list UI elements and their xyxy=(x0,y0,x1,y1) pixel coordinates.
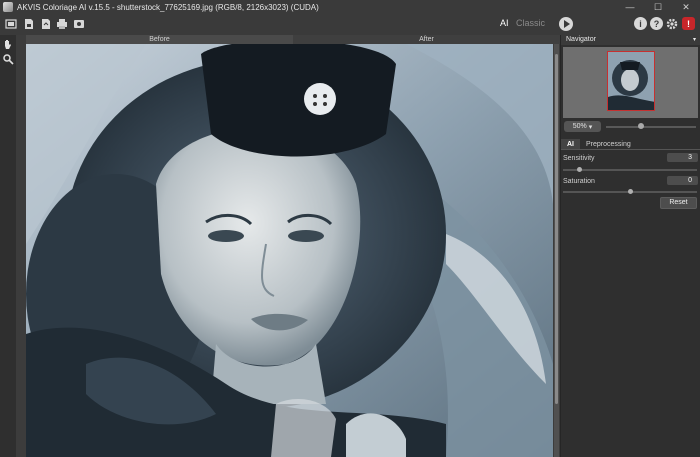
mode-ai-tab[interactable]: AI xyxy=(500,18,509,28)
tab-ai[interactable]: AI xyxy=(561,139,580,149)
canvas-area: Before After xyxy=(16,35,560,457)
tab-preprocessing[interactable]: Preprocessing xyxy=(580,139,637,149)
window-controls: — ☐ ✕ xyxy=(616,0,700,14)
portrait-image[interactable] xyxy=(26,44,553,457)
saturation-value[interactable]: 0 xyxy=(667,176,698,185)
app-icon xyxy=(3,2,13,12)
zoom-slider[interactable] xyxy=(606,126,696,128)
saturation-label: Saturation xyxy=(563,178,595,185)
hand-tool-icon[interactable] xyxy=(2,38,14,50)
vertical-scrollbar[interactable] xyxy=(554,44,559,457)
chevron-down-icon: ▾ xyxy=(588,123,593,131)
sensitivity-slider[interactable] xyxy=(563,167,697,172)
zoom-slider-knob[interactable] xyxy=(638,123,644,129)
collapse-arrow-icon[interactable]: ▾ xyxy=(693,35,696,45)
toolbar: AI Classic i ? ! xyxy=(0,14,700,35)
before-after-tabs: Before After xyxy=(26,35,560,44)
tool-panel xyxy=(0,35,16,457)
info-icon[interactable]: i xyxy=(634,17,647,30)
notification-icon[interactable]: ! xyxy=(682,17,695,30)
open-icon[interactable] xyxy=(4,17,18,31)
portrait-photo xyxy=(26,44,553,457)
zoom-row: 50% ▾ xyxy=(564,121,699,133)
minimize-button[interactable]: — xyxy=(616,0,644,14)
export-icon[interactable] xyxy=(39,17,53,31)
settings-panel: Navigator ▾ 50% ▾ AI Preprocessing Sensi… xyxy=(560,35,700,457)
save-icon[interactable] xyxy=(22,17,36,31)
saturation-slider[interactable] xyxy=(563,189,697,194)
title-bar: AKVIS Coloriage AI v.15.5 - shutterstock… xyxy=(0,0,700,14)
close-button[interactable]: ✕ xyxy=(672,0,700,14)
navigator-viewport-frame[interactable] xyxy=(607,51,655,111)
saturation-slider-knob[interactable] xyxy=(627,189,633,194)
after-tab[interactable]: After xyxy=(293,35,560,44)
reset-button[interactable]: Reset xyxy=(660,197,697,209)
navigator-thumbnail xyxy=(608,52,654,110)
navigator-preview[interactable] xyxy=(563,47,698,118)
maximize-button[interactable]: ☐ xyxy=(644,0,672,14)
sensitivity-label: Sensitivity xyxy=(563,155,595,162)
zoom-tool-icon[interactable] xyxy=(2,53,14,65)
gear-icon[interactable] xyxy=(665,17,678,30)
sensitivity-value[interactable]: 3 xyxy=(667,153,698,162)
sensitivity-slider-knob[interactable] xyxy=(576,167,582,172)
navigator-header: Navigator ▾ xyxy=(561,35,700,45)
run-play-icon[interactable] xyxy=(559,17,573,31)
mode-classic-tab[interactable]: Classic xyxy=(516,18,545,28)
zoom-value: 50% xyxy=(572,123,587,130)
zoom-select[interactable]: 50% ▾ xyxy=(564,121,601,132)
before-tab[interactable]: Before xyxy=(26,35,293,44)
share-icon[interactable] xyxy=(72,17,86,31)
settings-tabs: AI Preprocessing xyxy=(561,139,700,150)
scrollbar-thumb[interactable] xyxy=(555,54,558,404)
window-title: AKVIS Coloriage AI v.15.5 - shutterstock… xyxy=(17,2,319,12)
navigator-title: Navigator xyxy=(566,36,596,43)
help-icon[interactable]: ? xyxy=(650,17,663,30)
print-icon[interactable] xyxy=(55,17,69,31)
